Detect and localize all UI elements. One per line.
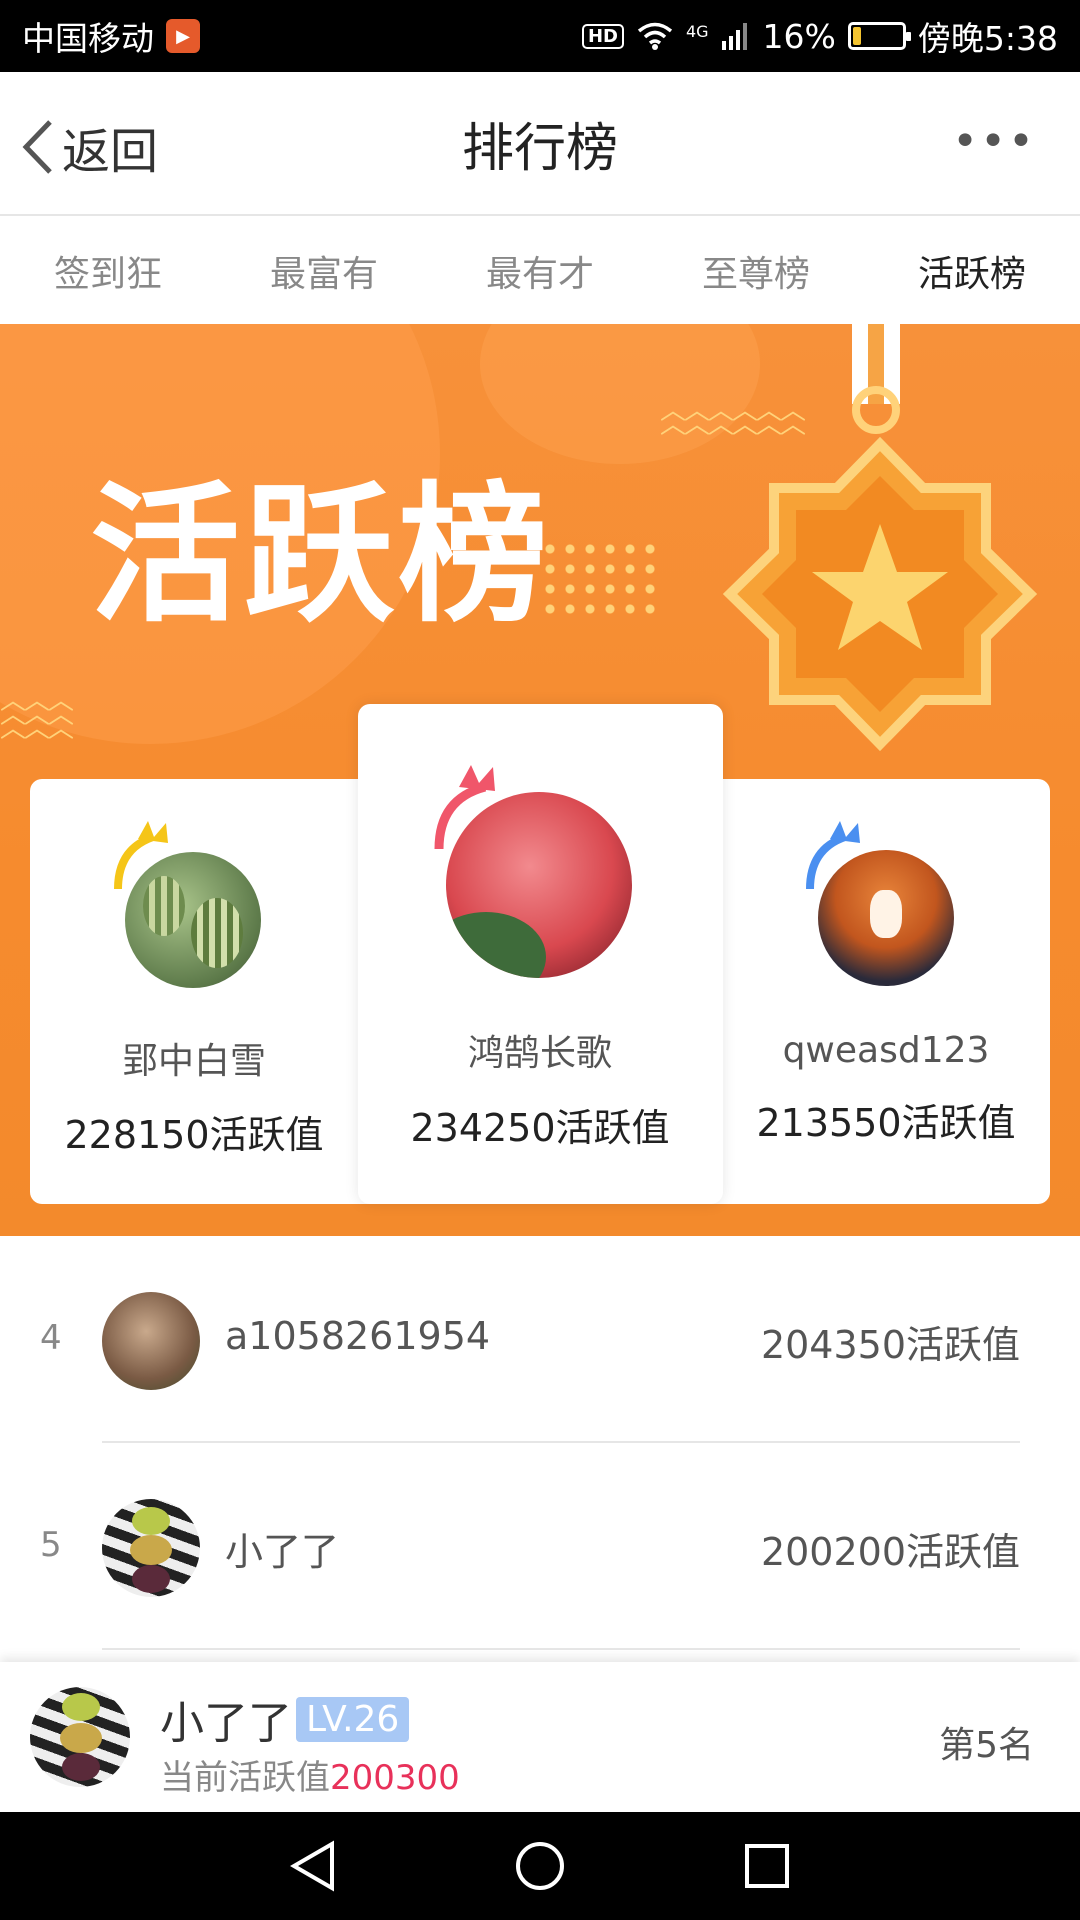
avatar (30, 1687, 130, 1787)
app-root: 中国移动 ▶ HD 4G 16% 傍晚5:38 返回 排行榜 ••• 签到狂 最… (0, 0, 1080, 1920)
network-type: 4G (685, 22, 709, 41)
current-user-bar: 小了了 LV.26 当前活跃值200300 第5名 (0, 1662, 1080, 1812)
ranking-tabs: 签到狂 最富有 最有才 至尊榜 活跃榜 (0, 218, 1080, 324)
level-badge: LV.26 (296, 1696, 410, 1742)
medal-icon (722, 324, 1038, 752)
list-item[interactable]: 5 小了了 200200活跃值 (0, 1443, 1080, 1650)
carrier-label: 中国移动 (22, 19, 154, 58)
nav-back-icon[interactable] (283, 1836, 343, 1896)
nav-recents-icon[interactable] (737, 1836, 797, 1896)
back-button[interactable]: 返回 (20, 112, 158, 182)
avatar (446, 792, 632, 978)
hd-icon: HD (581, 23, 624, 49)
user-score: 200200活跃值 (760, 1530, 1020, 1574)
nav-header: 返回 排行榜 ••• (0, 72, 1080, 216)
podium-third-name: qweasd123 (782, 1030, 990, 1071)
divider (102, 1648, 1020, 1650)
battery-percent: 16% (762, 16, 836, 56)
podium-second-score: 228150活跃值 (64, 1113, 324, 1157)
status-bar: 中国移动 ▶ HD 4G 16% 傍晚5:38 (0, 0, 1080, 72)
user-name: 小了了 (225, 1530, 340, 1574)
signal-icon (721, 23, 747, 50)
battery-icon (847, 22, 911, 50)
status-left: 中国移动 ▶ (22, 12, 200, 60)
tab-active[interactable]: 活跃榜 (864, 218, 1080, 324)
current-user-name: 小了了 (160, 1698, 292, 1749)
page-title: 排行榜 (461, 118, 618, 179)
podium-third-score: 213550活跃值 (756, 1101, 1016, 1145)
avatar (818, 850, 954, 986)
clock: 傍晚5:38 (917, 19, 1058, 58)
current-active-row: 当前活跃值200300 (160, 1750, 460, 1799)
podium-second-name: 郢中白雪 (121, 1041, 266, 1082)
chevron-left-icon (22, 120, 52, 174)
system-nav-bar (0, 1812, 1080, 1920)
ranking-banner: 活跃榜 ︿︿︿︿︿︿ ︿︿︿︿︿︿ ︿︿︿ ︿︿︿ ︿︿︿ 郢中白雪 22815… (0, 324, 1080, 1236)
tab-talented[interactable]: 最有才 (432, 218, 648, 324)
more-options-icon[interactable]: ••• (952, 116, 1036, 167)
nav-home-icon[interactable] (510, 1836, 570, 1896)
tab-supreme[interactable]: 至尊榜 (648, 218, 864, 324)
active-label: 当前活跃值 (160, 1758, 330, 1798)
user-score: 204350活跃值 (760, 1323, 1020, 1367)
tab-checkin[interactable]: 签到狂 (0, 218, 216, 324)
ranking-list: 4 a1058261954 204350活跃值 5 小了了 200200活跃值 (0, 1236, 1080, 1650)
app-notification-icon: ▶ (166, 19, 200, 53)
user-name: a1058261954 (225, 1314, 491, 1358)
active-value: 200300 (330, 1758, 460, 1798)
current-user-name-row: 小了了 LV.26 (160, 1687, 410, 1751)
rank-number: 5 (40, 1525, 62, 1565)
list-item[interactable]: 4 a1058261954 204350活跃值 (0, 1236, 1080, 1443)
status-right: HD 4G 16% 傍晚5:38 (581, 12, 1058, 60)
avatar (102, 1499, 200, 1597)
decor-dots (540, 539, 660, 619)
podium-first-score: 234250活跃值 (410, 1106, 670, 1150)
podium-first-name: 鸿鹄长歌 (467, 1033, 612, 1074)
wifi-icon (637, 22, 673, 50)
tab-richest[interactable]: 最富有 (216, 218, 432, 324)
decor-zigzag: ︿︿︿ ︿︿︿ ︿︿︿ (0, 686, 74, 744)
current-rank: 第5名 (939, 1725, 1034, 1766)
rank-number: 4 (40, 1318, 62, 1358)
avatar (125, 852, 261, 988)
banner-title: 活跃榜 (90, 469, 553, 643)
avatar (102, 1292, 200, 1390)
back-label: 返回 (62, 124, 159, 180)
